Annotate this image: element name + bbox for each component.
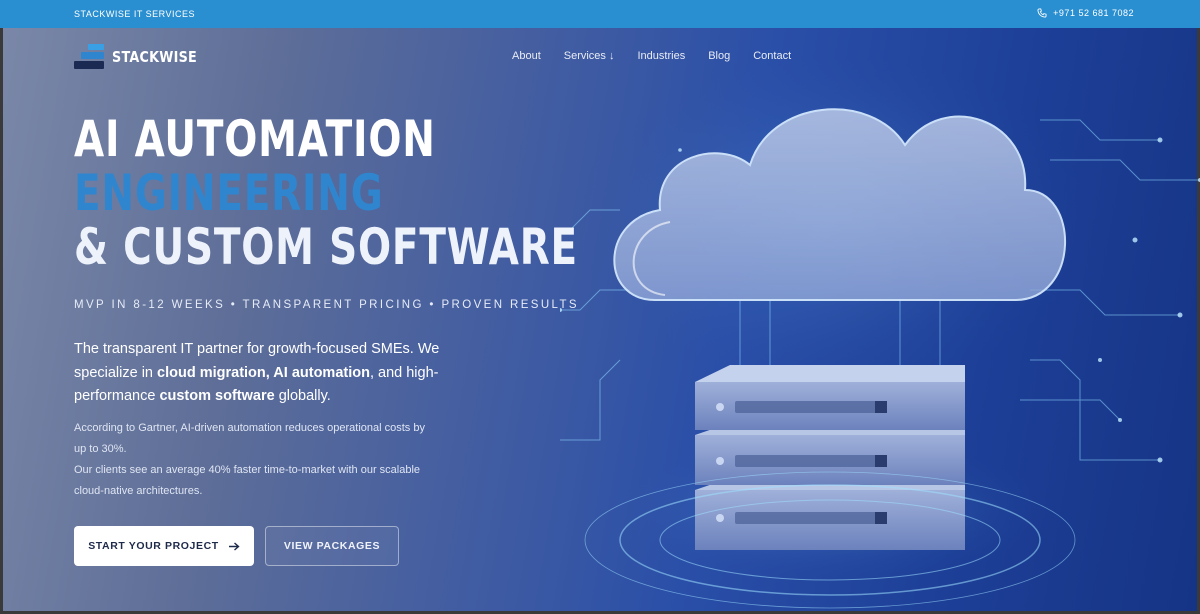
nav-industries[interactable]: Industries — [638, 50, 686, 62]
nav-contact[interactable]: Contact — [753, 50, 791, 62]
hero-intro: The transparent IT partner for growth-fo… — [74, 338, 454, 409]
logo-stack-icon — [74, 44, 104, 70]
intro-bold-2: custom software — [159, 388, 275, 404]
topbar-phone-link[interactable]: +971 52 681 7082 — [1037, 8, 1134, 18]
topbar-brand: STACKWISE IT SERVICES — [74, 9, 196, 19]
intro-text-3: globally. — [274, 388, 331, 404]
frame-edge-left — [0, 28, 3, 614]
site-logo[interactable]: STACKWISE — [74, 44, 212, 70]
hero-page: STACKWISE IT SERVICES +971 52 681 7082 S… — [0, 0, 1200, 614]
arrow-right-icon — [228, 541, 240, 551]
view-packages-button[interactable]: VIEW PACKAGES — [265, 526, 399, 566]
nav-about[interactable]: About — [512, 50, 541, 62]
hero-title: AI AUTOMATION ENGINEERING & CUSTOM SOFTW… — [74, 112, 720, 274]
phone-number: +971 52 681 7082 — [1053, 8, 1134, 18]
stat-time-to-market: Our clients see an average 40% faster ti… — [74, 464, 421, 497]
hero-title-line-2: ENGINEERING — [74, 164, 384, 222]
intro-bold-1: cloud migration, AI automation — [157, 364, 370, 381]
start-project-label: START YOUR PROJECT — [88, 540, 219, 552]
stat-gartner: According to Gartner, AI-driven automati… — [74, 422, 425, 455]
nav-services[interactable]: Services ↓ — [564, 50, 615, 62]
hero-title-line-3: & CUSTOM SOFTWARE — [74, 218, 578, 276]
start-project-button[interactable]: START YOUR PROJECT — [74, 526, 254, 566]
nav-blog[interactable]: Blog — [708, 50, 730, 62]
phone-icon — [1037, 8, 1047, 18]
server-stack-icon — [695, 365, 965, 550]
logo-name: STACKWISE — [112, 48, 197, 66]
hero-tagline: MVP IN 8-12 WEEKS • TRANSPARENT PRICING … — [74, 299, 579, 311]
hero-title-line-1: AI AUTOMATION — [74, 110, 436, 168]
view-packages-label: VIEW PACKAGES — [283, 540, 381, 552]
main-nav: About Services ↓ Industries Blog Contact — [512, 50, 791, 62]
top-bar: STACKWISE IT SERVICES +971 52 681 7082 — [0, 0, 1200, 28]
